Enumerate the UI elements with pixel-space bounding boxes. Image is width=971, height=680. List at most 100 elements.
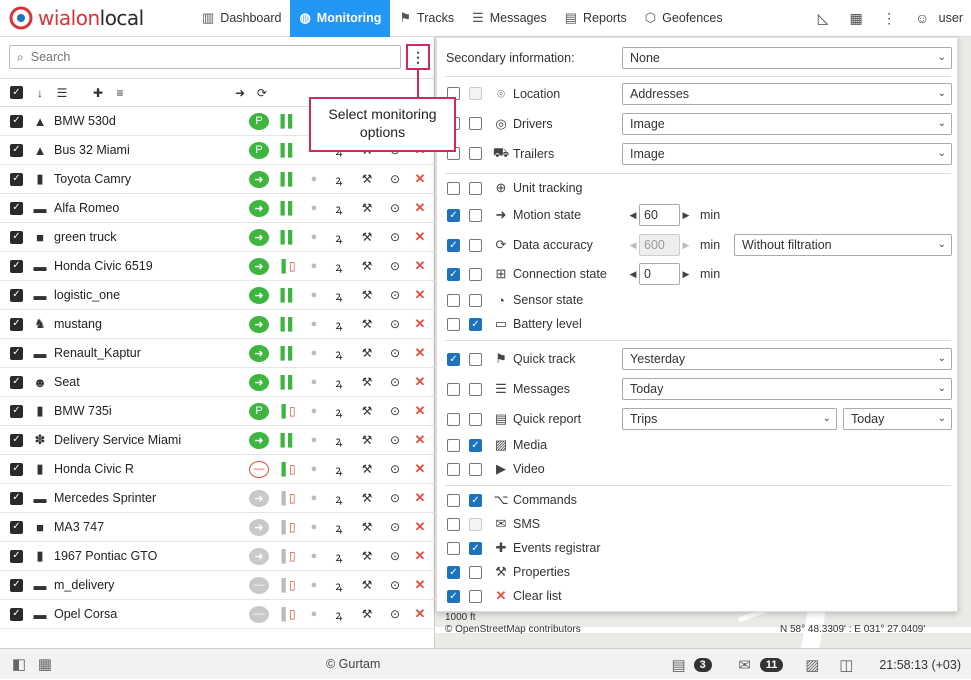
quick-report-select[interactable]: Trips ⌄: [622, 408, 837, 430]
unit-row[interactable]: ✓ ▮ Toyota Camry ➜ ▌▌ ● ꝝ ⚒ ⊙ ✕: [0, 165, 435, 194]
clear-list-checkbox[interactable]: ✓: [447, 590, 460, 603]
command-icon[interactable]: ꝝ: [325, 519, 353, 536]
unit-name[interactable]: Renault_Kaptur: [54, 346, 248, 360]
unit-checkbox[interactable]: ✓: [10, 172, 23, 186]
unit-checkbox[interactable]: ✓: [10, 578, 23, 592]
remove-unit-icon[interactable]: ✕: [409, 461, 431, 477]
wrench-icon[interactable]: ⚒: [353, 404, 381, 418]
remove-unit-icon[interactable]: ✕: [409, 606, 431, 622]
unit-row[interactable]: ✓ ▬ Opel Corsa — ▌▯ ● ꝝ ⚒ ⊙ ✕: [0, 600, 435, 629]
location-select[interactable]: Addresses ⌄: [622, 83, 952, 105]
unit-row[interactable]: ✓ ▬ m_delivery — ▌▯ ● ꝝ ⚒ ⊙ ✕: [0, 571, 435, 600]
unit-name[interactable]: Honda Civic R: [54, 462, 248, 476]
command-icon[interactable]: ꝝ: [325, 200, 353, 217]
remove-unit-icon[interactable]: ✕: [409, 316, 431, 332]
unit-checkbox[interactable]: ✓: [10, 114, 23, 128]
decrease-icon[interactable]: ◀: [627, 210, 639, 221]
unit-tracking-checkbox-2[interactable]: [469, 182, 482, 195]
media-checkbox[interactable]: [447, 439, 460, 452]
measure-tool-icon[interactable]: ◺: [807, 10, 840, 27]
add-units-icon[interactable]: ✚: [87, 86, 109, 100]
messages-select[interactable]: Today ⌄: [622, 378, 952, 400]
dropdown-circle-icon[interactable]: ⊙: [381, 201, 409, 215]
wrench-icon[interactable]: ⚒: [353, 172, 381, 186]
dropdown-circle-icon[interactable]: ⊙: [381, 288, 409, 302]
quick-report-checkbox-2[interactable]: [469, 413, 482, 426]
connection-state-checkbox-2[interactable]: [469, 268, 482, 281]
command-icon[interactable]: ꝝ: [325, 403, 353, 420]
more-menu-icon[interactable]: ⋮: [873, 10, 906, 27]
unit-checkbox[interactable]: ✓: [10, 549, 23, 563]
nav-tracks[interactable]: ⚑ Tracks: [390, 0, 463, 37]
secondary-info-select[interactable]: None ⌄: [622, 47, 952, 69]
remove-unit-icon[interactable]: ✕: [409, 519, 431, 535]
remove-unit-icon[interactable]: ✕: [409, 432, 431, 448]
trailers-checkbox-2[interactable]: [469, 147, 482, 160]
dropdown-circle-icon[interactable]: ⊙: [381, 607, 409, 621]
command-icon[interactable]: ꝝ: [325, 287, 353, 304]
unit-name[interactable]: Bus 32 Miami: [54, 143, 248, 157]
battery-level-checkbox-2[interactable]: ✓: [469, 318, 482, 331]
unit-tracking-checkbox[interactable]: [447, 182, 460, 195]
remove-unit-icon[interactable]: ✕: [409, 403, 431, 419]
command-icon[interactable]: ꝝ: [325, 548, 353, 565]
wrench-icon[interactable]: ⚒: [353, 520, 381, 534]
command-icon[interactable]: ꝝ: [325, 374, 353, 391]
increase-icon[interactable]: ▶: [680, 269, 692, 280]
dropdown-circle-icon[interactable]: ⊙: [381, 433, 409, 447]
unit-checkbox[interactable]: ✓: [10, 462, 23, 476]
events-registrar-checkbox[interactable]: [447, 542, 460, 555]
add-all-icon[interactable]: ≡: [109, 86, 131, 100]
command-icon[interactable]: ꝝ: [325, 461, 353, 478]
unit-name[interactable]: 1967 Pontiac GTO: [54, 549, 248, 563]
apps-grid-icon[interactable]: ▦: [840, 10, 873, 27]
commands-checkbox-2[interactable]: ✓: [469, 494, 482, 507]
nav-monitoring[interactable]: ◍ Monitoring: [290, 0, 391, 37]
wrench-icon[interactable]: ⚒: [353, 433, 381, 447]
unit-row[interactable]: ✓ ▬ Honda Civic 6519 ➜ ▌▯ ● ꝝ ⚒ ⊙ ✕: [0, 252, 435, 281]
unit-name[interactable]: BMW 530d: [54, 114, 248, 128]
connection-state-value[interactable]: 0: [639, 263, 680, 285]
messages-checkbox-2[interactable]: [469, 383, 482, 396]
unit-name[interactable]: green truck: [54, 230, 248, 244]
dropdown-circle-icon[interactable]: ⊙: [381, 230, 409, 244]
unit-name[interactable]: mustang: [54, 317, 248, 331]
properties-checkbox-2[interactable]: [469, 566, 482, 579]
user-icon[interactable]: ☺: [906, 10, 939, 26]
unit-row[interactable]: ✓ ■ MA3 747 ➜ ▌▯ ● ꝝ ⚒ ⊙ ✕: [0, 513, 435, 542]
unit-row[interactable]: ✓ ▬ Alfa Romeo ➜ ▌▌ ● ꝝ ⚒ ⊙ ✕: [0, 194, 435, 223]
nav-geofences[interactable]: ⬡ Geofences: [636, 0, 732, 37]
nav-messages[interactable]: ☰ Messages: [463, 0, 556, 37]
command-icon[interactable]: ꝝ: [325, 606, 353, 623]
wrench-icon[interactable]: ⚒: [353, 346, 381, 360]
unit-name[interactable]: m_delivery: [54, 578, 248, 592]
drivers-select[interactable]: Image ⌄: [622, 113, 952, 135]
quick-track-checkbox[interactable]: ✓: [447, 353, 460, 366]
unit-name[interactable]: BMW 735i: [54, 404, 248, 418]
wrench-icon[interactable]: ⚒: [353, 578, 381, 592]
dropdown-circle-icon[interactable]: ⊙: [381, 317, 409, 331]
unit-row[interactable]: ✓ ▬ Renault_Kaptur ➜ ▌▌ ● ꝝ ⚒ ⊙ ✕: [0, 339, 435, 368]
monitoring-options-button[interactable]: ⋮: [406, 44, 430, 70]
commands-checkbox[interactable]: [447, 494, 460, 507]
wrench-icon[interactable]: ⚒: [353, 375, 381, 389]
unit-checkbox[interactable]: ✓: [10, 433, 23, 447]
unit-name[interactable]: Toyota Camry: [54, 172, 248, 186]
unit-checkbox[interactable]: ✓: [10, 491, 23, 505]
command-icon[interactable]: ꝝ: [325, 432, 353, 449]
quick-report-checkbox[interactable]: [447, 413, 460, 426]
unit-row[interactable]: ✓ ▮ 1967 Pontiac GTO ➜ ▌▯ ● ꝝ ⚒ ⊙ ✕: [0, 542, 435, 571]
video-checkbox[interactable]: [447, 463, 460, 476]
quick-track-checkbox-2[interactable]: [469, 353, 482, 366]
nav-reports[interactable]: ▤ Reports: [556, 0, 636, 37]
dropdown-circle-icon[interactable]: ⊙: [381, 549, 409, 563]
unit-checkbox[interactable]: ✓: [10, 404, 23, 418]
video-checkbox-2[interactable]: [469, 463, 482, 476]
user-name[interactable]: user: [939, 11, 971, 25]
motion-state-checkbox-2[interactable]: [469, 209, 482, 222]
quick-report-period-select[interactable]: Today ⌄: [843, 408, 952, 430]
dropdown-circle-icon[interactable]: ⊙: [381, 172, 409, 186]
unit-row[interactable]: ✓ ▮ Honda Civic R — ▌▯ ● ꝝ ⚒ ⊙ ✕: [0, 455, 435, 484]
trailers-select[interactable]: Image ⌄: [622, 143, 952, 165]
dropdown-circle-icon[interactable]: ⊙: [381, 491, 409, 505]
